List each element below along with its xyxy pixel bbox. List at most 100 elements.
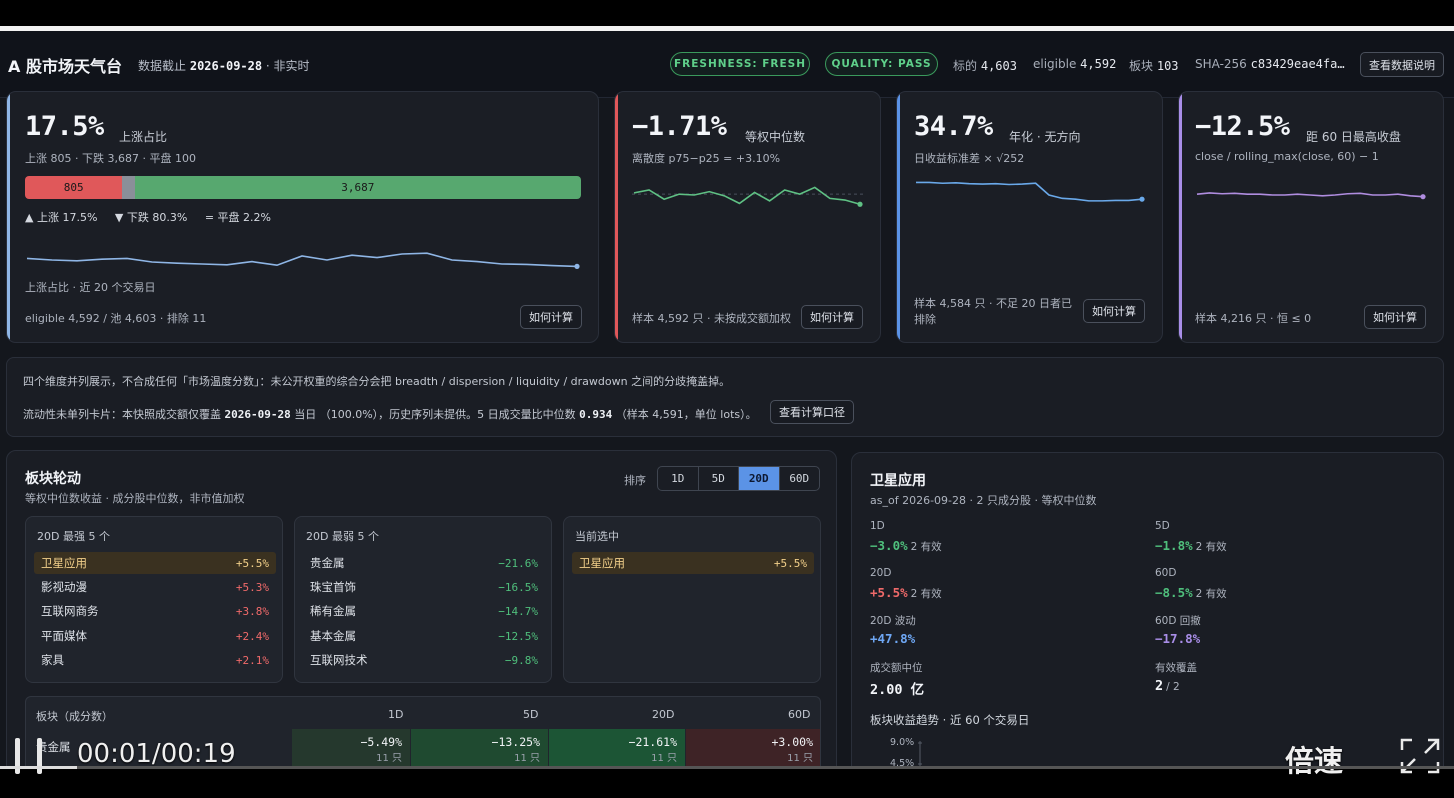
progress-bar[interactable] [0, 766, 1454, 769]
selected-sector[interactable]: 卫星应用 +5.5% [572, 552, 814, 574]
drawdown-value: −12.5% [1195, 111, 1290, 142]
cell-60d-count: 11 只 [787, 753, 813, 764]
progress-fill [0, 766, 78, 769]
metric-60d-value: −8.5% 2 有效 [1155, 585, 1227, 601]
metric-dd-label: 60D 回撤 [1155, 615, 1201, 627]
note-2-date: 2026-09-28 [224, 408, 291, 421]
stat-sectors-value: 103 [1156, 59, 1179, 73]
sector-return: +5.5% [235, 556, 269, 570]
volatility-sparkline [916, 181, 1145, 202]
strongest-title: 20D 最强 5 个 [37, 530, 110, 543]
metric-coverage-label: 有效覆盖 [1155, 662, 1197, 674]
metric-1d-label: 1D [870, 520, 885, 532]
breadth-unit: 上涨占比 [119, 130, 168, 144]
list-item[interactable]: 珠宝首饰 −16.5% [303, 576, 545, 598]
metric-20d-value: +5.5% 2 有效 [870, 585, 942, 601]
stat-securities-label: 标的 [953, 59, 978, 73]
col-header-1d: 1D [388, 708, 404, 721]
trend-tick-high: 9.0% [890, 737, 915, 748]
list-item[interactable]: 贵金属 −21.6% [303, 552, 545, 574]
volatility-footer-1: 样本 4,584 只 · 不足 20 日者已 [914, 297, 1072, 310]
sector-title: 板块轮动 [25, 471, 81, 487]
note-2-c: （样本 4,591，单位 lots）。 [615, 408, 757, 421]
sector-name: 卫星应用 [41, 556, 87, 570]
cell-1d-value: −5.49% [360, 735, 402, 749]
cell-20d-count: 11 只 [651, 753, 677, 764]
metric-turnover-label: 成交额中位 [870, 662, 923, 674]
col-header-5d: 5D [523, 708, 539, 721]
weakest-title: 20D 最弱 5 个 [306, 530, 379, 543]
dispersion-card: −1.71% 等权中位数 离散度 p75−p25 = +3.10% 样本 4,5… [614, 91, 881, 343]
breadth-legend: ▲ 上涨 17.5% ▼ 下跌 80.3% = 平盘 2.2% [25, 209, 285, 225]
sector-return: −14.7% [498, 604, 538, 618]
table-cell-5d: −13.25% 11 只 [411, 729, 548, 769]
stat-sectors: 板块 103 [1129, 57, 1179, 74]
sparkline-path [633, 186, 861, 206]
note-2-ratio: 0.934 [579, 408, 613, 421]
col-header-20d: 20D [652, 708, 675, 721]
breadth-how-button[interactable]: 如何计算 [520, 305, 582, 329]
metric-5d-label: 5D [1155, 520, 1170, 532]
data-as-of: 数据截止 2026-09-28 · 非实时 [138, 57, 310, 74]
coverage-count: 2 [1155, 678, 1164, 694]
stat-eligible-label: eligible [1033, 57, 1077, 71]
list-item[interactable]: 互联网商务 +3.8% [34, 600, 276, 622]
sector-return: +2.4% [235, 629, 269, 643]
speed-button[interactable]: 倍速 [1285, 738, 1343, 780]
coverage-total: / 2 [1166, 681, 1180, 693]
metric-coverage-value: 2/ 2 [1155, 678, 1180, 694]
tab-60d[interactable]: 60D [780, 467, 820, 490]
freshness-badge: FRESHNESS: FRESH [670, 52, 810, 76]
note-2-a: 流动性未单列卡片：本快照成交额仅覆盖 [23, 408, 221, 421]
period-selector: 1D 5D 20D 60D [657, 466, 820, 491]
metric-turnover-value: 2.00 亿 [870, 682, 925, 698]
list-item[interactable]: 家具 +2.1% [34, 649, 276, 671]
metric-vol-value: +47.8% [870, 631, 916, 646]
volatility-how-button[interactable]: 如何计算 [1083, 299, 1145, 323]
list-item[interactable]: 互联网技术 −9.8% [303, 649, 545, 671]
dispersion-how-button[interactable]: 如何计算 [801, 305, 863, 329]
list-item[interactable]: 稀有金属 −14.7% [303, 600, 545, 622]
drawdown-sparkline [1196, 192, 1426, 200]
breadth-bar-up: 805 [25, 176, 123, 199]
sparkline-path [916, 181, 1143, 202]
tab-1d[interactable]: 1D [658, 467, 699, 490]
drawdown-card: −12.5% 距 60 日最高收盘 close / rolling_max(cl… [1178, 91, 1444, 343]
sector-name: 卫星应用 [579, 556, 625, 570]
weakest-box: 20D 最弱 5 个 贵金属 −21.6% 珠宝首饰 −16.5% 稀有金属 −14.… [294, 516, 552, 683]
sector-subtitle: 等权中位数收益 · 成分股中位数，非市值加权 [25, 492, 245, 505]
hash-value: c83429eae4fa… [1250, 57, 1345, 71]
sector-name: 基本金属 [310, 629, 356, 643]
breadth-sparkline [26, 252, 580, 269]
breadth-card: 17.5% 上涨占比 上涨 805 · 下跌 3,687 · 平盘 100 80… [6, 91, 599, 343]
sector-return: +2.1% [235, 653, 269, 667]
list-item[interactable]: 卫星应用 +5.5% [34, 552, 276, 574]
strongest-box: 20D 最强 5 个 卫星应用 +5.5% 影视动漫 +5.3% 互联网商务 +3.8… [25, 516, 283, 683]
tab-5d[interactable]: 5D [699, 467, 739, 490]
metric-1d-value: −3.0% 2 有效 [870, 538, 942, 554]
sector-rotation-panel: 板块轮动 等权中位数收益 · 成分股中位数，非市值加权 排序 1D 5D 20D… [6, 450, 837, 769]
sector-detail-panel: 卫星应用 as_of 2026-09-28 · 2 只成分股 · 等权中位数 1… [851, 452, 1444, 769]
sort-label: 排序 [624, 474, 646, 487]
dispersion-accent [615, 92, 618, 342]
dispersion-unit: 等权中位数 [745, 130, 806, 144]
sector-name: 平面媒体 [41, 629, 87, 643]
sector-return: −21.6% [498, 556, 538, 570]
breadth-bar-flat [122, 176, 135, 199]
list-item[interactable]: 影视动漫 +5.3% [34, 576, 276, 598]
cell-5d-value: −13.25% [491, 735, 540, 749]
col-header-sector: 板块（成分数） [36, 710, 113, 723]
breadth-bar-down: 3,687 [134, 176, 581, 199]
sector-name: 互联网商务 [41, 604, 99, 618]
sector-name: 家具 [41, 653, 64, 667]
metric-20d-number: +5.5% [870, 585, 908, 600]
metric-1d-note: 2 有效 [910, 541, 942, 553]
list-item[interactable]: 平面媒体 +2.4% [34, 625, 276, 647]
calc-method-button[interactable]: 查看计算口径 [770, 400, 854, 424]
drawdown-how-button[interactable]: 如何计算 [1364, 305, 1426, 329]
list-item[interactable]: 基本金属 −12.5% [303, 625, 545, 647]
volatility-accent [897, 92, 900, 342]
data-notes-button[interactable]: 查看数据说明 [1360, 52, 1444, 77]
tab-20d[interactable]: 20D [739, 467, 780, 490]
metric-vol-label: 20D 波动 [870, 615, 916, 627]
